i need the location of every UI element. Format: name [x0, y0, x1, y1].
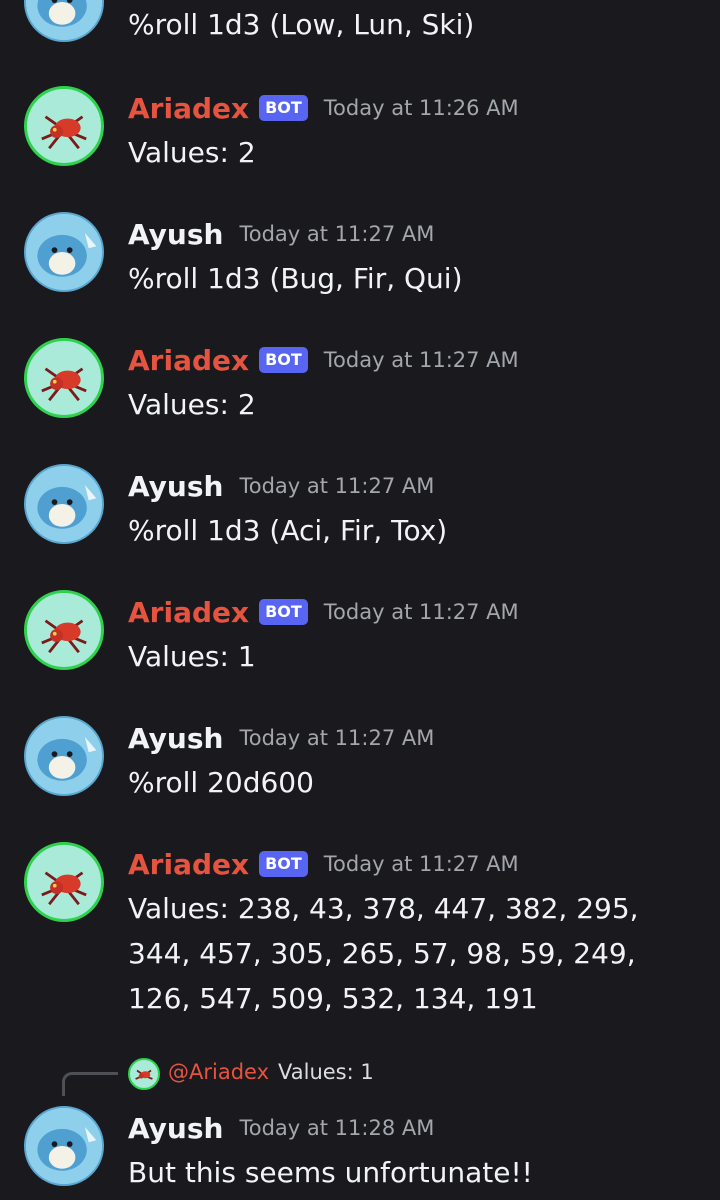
message-content: Values: 2: [128, 136, 256, 169]
author-name[interactable]: Ariadex: [128, 92, 249, 125]
spheal-avatar[interactable]: [24, 464, 104, 544]
message-content: But this seems unfortunate!!: [128, 1156, 533, 1189]
timestamp: Today at 11:27 AM: [239, 222, 435, 246]
author-name[interactable]: Ariadex: [128, 596, 249, 629]
message-header: Ayush Today at 11:27 AM: [128, 212, 434, 256]
author-name[interactable]: Ayush: [128, 1112, 223, 1145]
spheal-avatar[interactable]: [24, 716, 104, 796]
ariados-avatar: [128, 1058, 160, 1090]
reply-reference[interactable]: @Ariadex Values: 1: [0, 1052, 720, 1096]
author-name[interactable]: Ayush: [128, 470, 223, 503]
author-name[interactable]: Ariadex: [128, 848, 249, 881]
ariados-avatar[interactable]: [24, 590, 104, 670]
message-header: Ayush Today at 11:27 AM: [128, 716, 434, 760]
message-header: Ariadex BOT Today at 11:27 AM: [128, 338, 519, 382]
author-name[interactable]: Ariadex: [128, 344, 249, 377]
ariados-avatar[interactable]: [24, 842, 104, 922]
bot-badge: BOT: [259, 599, 308, 625]
message-header: Ariadex BOT Today at 11:27 AM: [128, 590, 519, 634]
author-name[interactable]: Ayush: [128, 218, 223, 251]
timestamp: Today at 11:26 AM: [323, 96, 519, 120]
message-content: %roll 20d600: [128, 766, 314, 799]
reply-mention[interactable]: @Ariadex: [168, 1060, 269, 1084]
message-content: %roll 1d3 (Aci, Fir, Tox): [128, 514, 448, 547]
timestamp: Today at 11:27 AM: [323, 600, 519, 624]
message-content: Values: 1: [128, 640, 256, 673]
message-header: Ayush Today at 11:28 AM: [128, 1106, 434, 1150]
spheal-avatar[interactable]: [24, 1106, 104, 1186]
timestamp: Today at 11:27 AM: [239, 474, 435, 498]
ariados-avatar[interactable]: [24, 86, 104, 166]
ariados-avatar[interactable]: [24, 338, 104, 418]
reply-preview-text: Values: 1: [278, 1060, 374, 1084]
author-name[interactable]: Ayush: [128, 722, 223, 755]
timestamp: Today at 11:27 AM: [323, 348, 519, 372]
timestamp: Today at 11:27 AM: [239, 726, 435, 750]
bot-badge: BOT: [259, 851, 308, 877]
bot-badge: BOT: [259, 347, 308, 373]
message-header: Ayush Today at 11:27 AM: [128, 464, 434, 508]
timestamp: Today at 11:27 AM: [323, 852, 519, 876]
message-content: Values: 238, 43, 378, 447, 382, 295, 344…: [128, 892, 639, 1015]
bot-badge: BOT: [259, 95, 308, 121]
message-content: %roll 1d3 (Low, Lun, Ski): [128, 8, 475, 41]
spheal-avatar[interactable]: [24, 0, 104, 42]
message-content: Values: 2: [128, 388, 256, 421]
reply-connector: [62, 1072, 118, 1096]
spheal-avatar[interactable]: [24, 212, 104, 292]
message-content: %roll 1d3 (Bug, Fir, Qui): [128, 262, 463, 295]
timestamp: Today at 11:28 AM: [239, 1116, 435, 1140]
message-header: Ariadex BOT Today at 11:26 AM: [128, 86, 519, 130]
message-header: Ariadex BOT Today at 11:27 AM: [128, 842, 519, 886]
